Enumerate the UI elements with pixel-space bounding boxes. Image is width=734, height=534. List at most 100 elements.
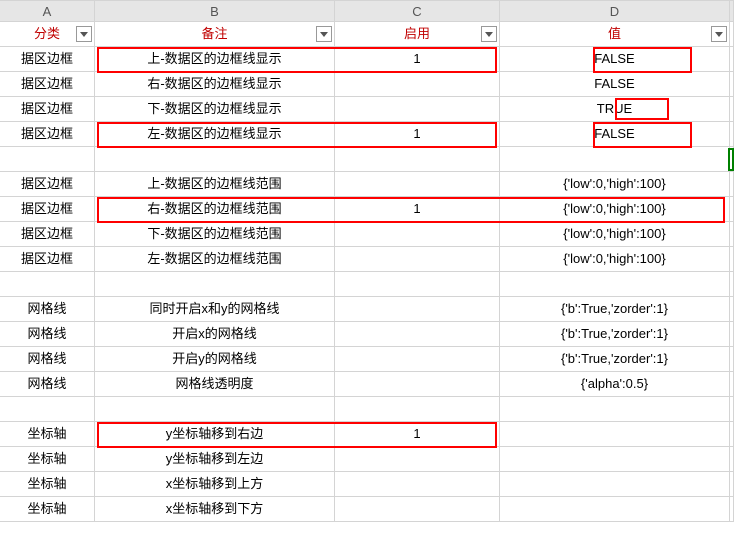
cell-d[interactable] — [500, 272, 730, 297]
cell-a[interactable]: 坐标轴 — [0, 447, 95, 472]
cell-b[interactable] — [95, 397, 335, 422]
cell-c[interactable]: 1 — [335, 47, 500, 72]
cell-c[interactable]: 1 — [335, 197, 500, 222]
cell-b[interactable]: 下-数据区的边框线范围 — [95, 222, 335, 247]
cell-e[interactable] — [730, 222, 734, 247]
cell-b[interactable] — [95, 272, 335, 297]
cell-d[interactable]: {'alpha':0.5} — [500, 372, 730, 397]
cell-e[interactable] — [730, 272, 734, 297]
cell-d[interactable] — [500, 447, 730, 472]
cell-e[interactable] — [730, 122, 734, 147]
cell-a[interactable]: 网格线 — [0, 322, 95, 347]
cell-b[interactable]: 开启y的网格线 — [95, 347, 335, 372]
cell-e[interactable] — [730, 97, 734, 122]
cell-a[interactable] — [0, 147, 95, 172]
cell-e[interactable] — [730, 497, 734, 522]
cell-c[interactable] — [335, 347, 500, 372]
cell-b[interactable]: 同时开启x和y的网格线 — [95, 297, 335, 322]
cell-e[interactable] — [730, 447, 734, 472]
cell-a[interactable]: 据区边框 — [0, 122, 95, 147]
header-value[interactable]: 值 — [500, 22, 730, 47]
cell-e[interactable] — [730, 72, 734, 97]
cell-b[interactable]: 右-数据区的边框线显示 — [95, 72, 335, 97]
cell-b[interactable]: y坐标轴移到左边 — [95, 447, 335, 472]
cell-e[interactable] — [730, 472, 734, 497]
cell-e[interactable] — [730, 197, 734, 222]
cell-c[interactable]: 1 — [335, 422, 500, 447]
filter-button-c[interactable] — [481, 26, 497, 42]
cell-c[interactable] — [335, 147, 500, 172]
cell-d[interactable]: {'low':0,'high':100} — [500, 222, 730, 247]
cell-c[interactable] — [335, 447, 500, 472]
header-notes[interactable]: 备注 — [95, 22, 335, 47]
cell-a[interactable]: 网格线 — [0, 297, 95, 322]
cell-d[interactable]: {'b':True,'zorder':1} — [500, 322, 730, 347]
cell-a[interactable]: 据区边框 — [0, 197, 95, 222]
cell-d[interactable]: {'b':True,'zorder':1} — [500, 297, 730, 322]
cell-b[interactable]: 左-数据区的边框线范围 — [95, 247, 335, 272]
cell-d[interactable]: FALSE — [500, 47, 730, 72]
cell-b[interactable]: x坐标轴移到上方 — [95, 472, 335, 497]
cell-c[interactable] — [335, 322, 500, 347]
cell-e[interactable] — [730, 372, 734, 397]
cell-d[interactable]: TRUE — [500, 97, 730, 122]
cell-d[interactable] — [500, 422, 730, 447]
cell-c[interactable] — [335, 397, 500, 422]
cell-b[interactable]: y坐标轴移到右边 — [95, 422, 335, 447]
filter-button-b[interactable] — [316, 26, 332, 42]
cell-b[interactable]: 左-数据区的边框线显示 — [95, 122, 335, 147]
cell-e[interactable] — [730, 322, 734, 347]
cell-a[interactable]: 据区边框 — [0, 47, 95, 72]
col-header-a[interactable]: A — [0, 1, 95, 22]
cell-a[interactable]: 坐标轴 — [0, 497, 95, 522]
cell-d[interactable]: FALSE — [500, 122, 730, 147]
cell-e[interactable] — [730, 47, 734, 72]
cell-e[interactable] — [730, 247, 734, 272]
cell-a[interactable]: 据区边框 — [0, 97, 95, 122]
cell-c[interactable] — [335, 72, 500, 97]
cell-c[interactable] — [335, 497, 500, 522]
cell-a[interactable]: 据区边框 — [0, 172, 95, 197]
cell-c[interactable] — [335, 372, 500, 397]
cell-d[interactable]: {'low':0,'high':100} — [500, 197, 730, 222]
cell-c[interactable]: 1 — [335, 122, 500, 147]
cell-d[interactable]: {'low':0,'high':100} — [500, 172, 730, 197]
cell-b[interactable]: 右-数据区的边框线范围 — [95, 197, 335, 222]
cell-b[interactable]: 上-数据区的边框线显示 — [95, 47, 335, 72]
filter-button-a[interactable] — [76, 26, 92, 42]
cell-a[interactable]: 据区边框 — [0, 247, 95, 272]
cell-c[interactable] — [335, 247, 500, 272]
cell-a[interactable] — [0, 272, 95, 297]
cell-d[interactable] — [500, 472, 730, 497]
col-header-d[interactable]: D — [500, 1, 730, 22]
cell-d[interactable] — [500, 147, 730, 172]
cell-b[interactable] — [95, 147, 335, 172]
cell-a[interactable] — [0, 397, 95, 422]
cell-c[interactable] — [335, 272, 500, 297]
cell-d[interactable]: {'b':True,'zorder':1} — [500, 347, 730, 372]
cell-c[interactable] — [335, 172, 500, 197]
cell-a[interactable]: 网格线 — [0, 372, 95, 397]
cell-a[interactable]: 据区边框 — [0, 222, 95, 247]
header-category[interactable]: 分类 — [0, 22, 95, 47]
cell-d[interactable] — [500, 497, 730, 522]
cell-a[interactable]: 网格线 — [0, 347, 95, 372]
cell-e[interactable] — [730, 172, 734, 197]
cell-b[interactable]: 开启x的网格线 — [95, 322, 335, 347]
cell-d[interactable]: {'low':0,'high':100} — [500, 247, 730, 272]
cell-b[interactable]: 网格线透明度 — [95, 372, 335, 397]
col-header-e[interactable] — [730, 1, 734, 22]
col-header-b[interactable]: B — [95, 1, 335, 22]
header-e[interactable] — [730, 22, 734, 47]
col-header-c[interactable]: C — [335, 1, 500, 22]
cell-e[interactable] — [730, 347, 734, 372]
header-enable[interactable]: 启用 — [335, 22, 500, 47]
cell-e[interactable] — [730, 297, 734, 322]
cell-a[interactable]: 据区边框 — [0, 72, 95, 97]
cell-a[interactable]: 坐标轴 — [0, 472, 95, 497]
cell-d[interactable] — [500, 397, 730, 422]
cell-c[interactable] — [335, 297, 500, 322]
cell-e[interactable] — [730, 397, 734, 422]
cell-e[interactable] — [730, 147, 734, 172]
cell-b[interactable]: 上-数据区的边框线范围 — [95, 172, 335, 197]
